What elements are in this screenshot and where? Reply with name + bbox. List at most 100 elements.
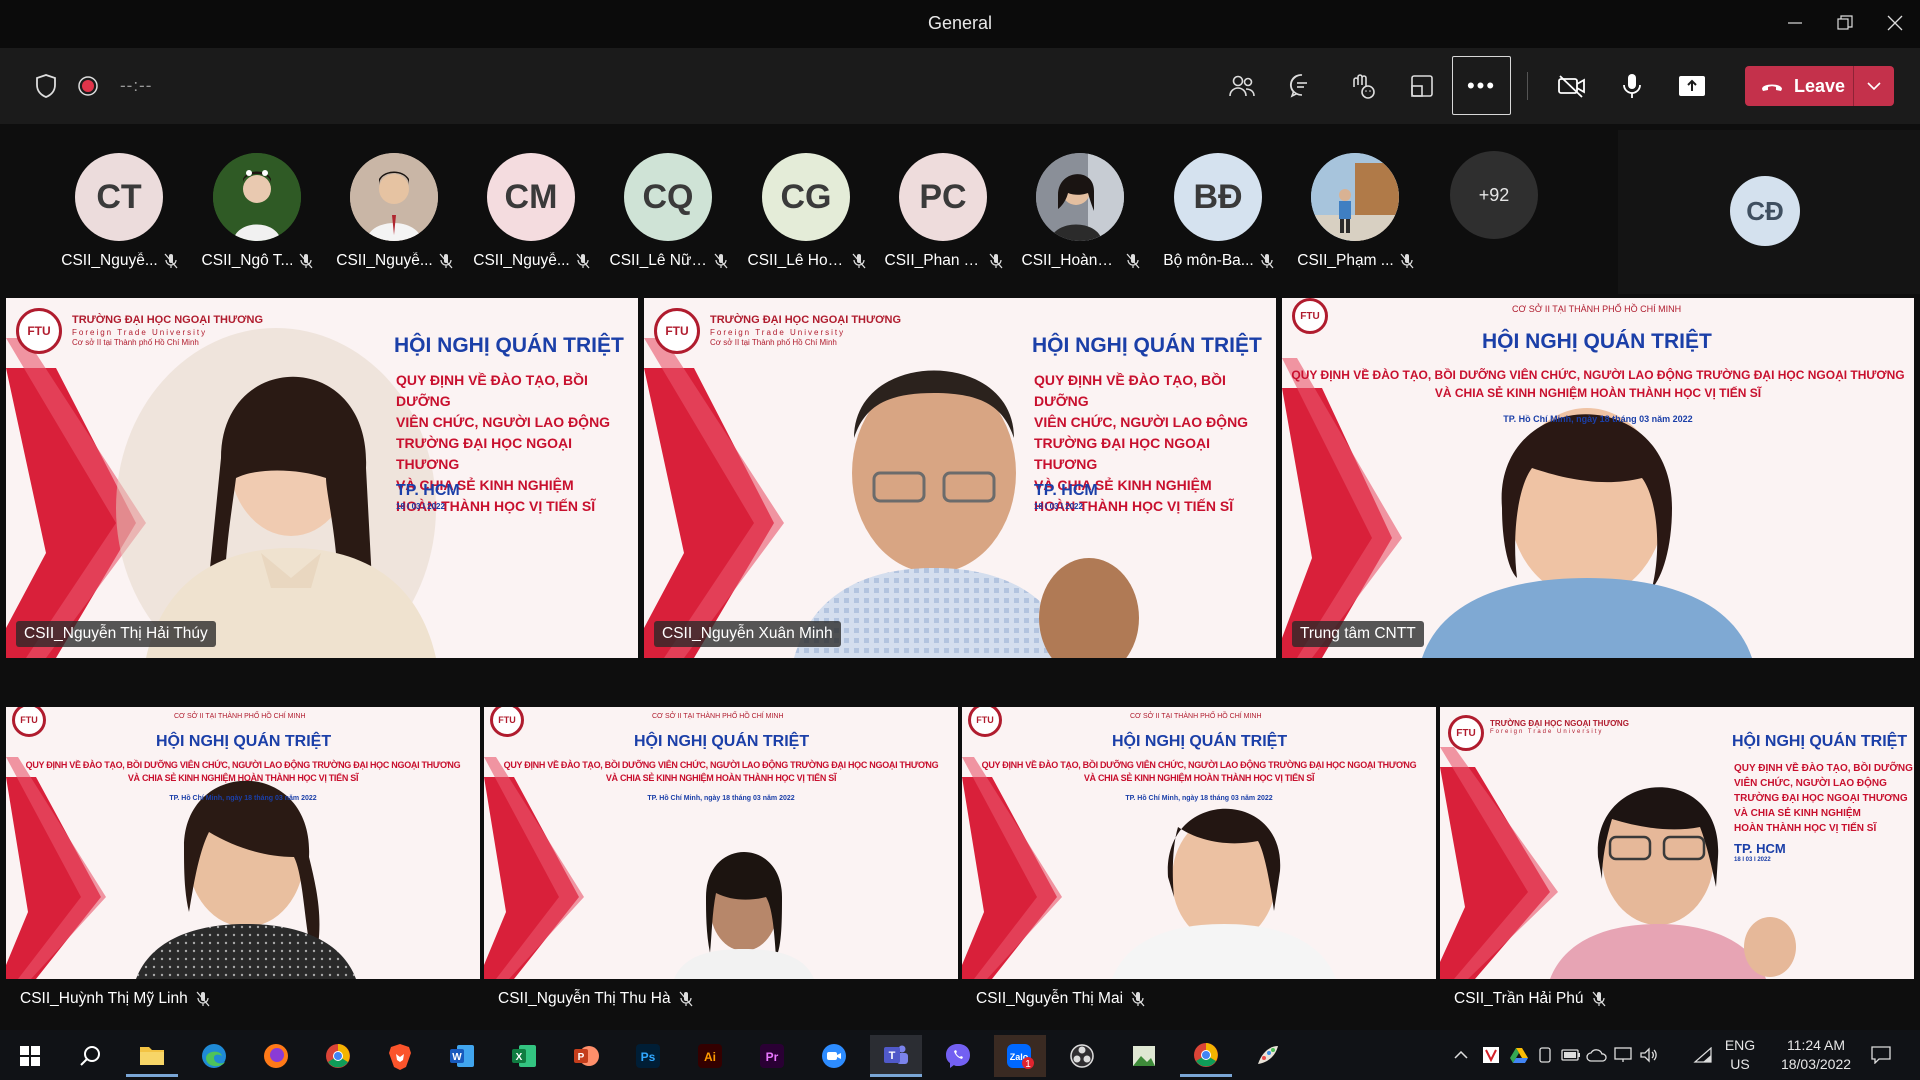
video-tile[interactable]: FTU CƠ SỞ II TẠI THÀNH PHỐ HỒ CHÍ MINH H… [484, 707, 958, 979]
illustrator-icon[interactable]: Ai [684, 1035, 736, 1077]
slide-title: HỘI NGHỊ QUÁN TRIỆT [156, 733, 332, 750]
shield-icon[interactable] [28, 68, 64, 104]
school-name: TRƯỜNG ĐẠI HỌC NGOẠI THƯƠNG [1490, 719, 1629, 728]
firefox-icon[interactable] [250, 1035, 302, 1077]
premiere-icon[interactable]: Pr [746, 1035, 798, 1077]
battery-icon[interactable] [1560, 1044, 1582, 1066]
chrome-icon[interactable] [1180, 1035, 1232, 1077]
leave-label: Leave [1794, 75, 1846, 96]
volume-icon[interactable] [1638, 1044, 1660, 1066]
slide-date: 18 I 03 I 2022 [396, 502, 445, 511]
paint-icon[interactable] [1242, 1035, 1294, 1077]
participant-item[interactable]: CSII_Hoàng ... [1013, 124, 1148, 284]
participant-item[interactable]: CT CSII_Nguyễ... [52, 124, 187, 284]
close-window-button[interactable] [1866, 0, 1920, 46]
onedrive-icon[interactable] [1586, 1044, 1608, 1066]
video-tile[interactable]: FTU CƠ SỞ II TẠI THÀNH PHỐ HỒ CHÍ MINH H… [1282, 298, 1914, 658]
participant-item[interactable]: CQ CSII_Lê Nữ ... [601, 124, 736, 284]
zoom-icon[interactable] [808, 1035, 860, 1077]
leave-options-button[interactable] [1854, 66, 1894, 106]
participant-item[interactable]: CSII_Nguyễ... [327, 124, 462, 284]
campus-caps: CƠ SỞ II TẠI THÀNH PHỐ HỒ CHÍ MINH [1512, 304, 1682, 314]
meeting-timer: --:-- [120, 76, 153, 95]
school-logo: FTU [1448, 715, 1484, 751]
slide-city: TP. HCM [1034, 482, 1098, 499]
people-icon[interactable] [1224, 68, 1260, 104]
mic-muted-icon [164, 253, 178, 269]
participant-name: CSII_Nguyễ... [336, 252, 433, 269]
participant-item[interactable]: PC CSII_Phan T... [876, 124, 1011, 284]
chat-icon[interactable] [1284, 68, 1320, 104]
slide-date: 18 I 03 I 2022 [1734, 857, 1771, 863]
search-icon[interactable] [64, 1035, 116, 1077]
google-drive-icon[interactable] [1508, 1044, 1530, 1066]
slide-body: QUY ĐỊNH VỀ ĐÀO TẠO, BỒI DƯỠNG VIÊN CHỨC… [25, 760, 461, 783]
mic-muted-icon [679, 991, 693, 1007]
participant-name: CSII_Ngô T... [201, 252, 294, 269]
teams-icon[interactable]: T [870, 1035, 922, 1077]
leave-main[interactable]: Leave [1745, 66, 1853, 106]
antivirus-icon[interactable] [1480, 1044, 1502, 1066]
profile-photo [1036, 153, 1124, 241]
chevron-up-icon[interactable] [1450, 1044, 1472, 1066]
excel-icon[interactable]: X [498, 1035, 550, 1077]
edge-icon[interactable] [188, 1035, 240, 1077]
video-tile[interactable]: FTU CƠ SỞ II TẠI THÀNH PHỐ HỒ CHÍ MINH H… [962, 707, 1436, 979]
participant-item[interactable]: CSII_Ngô T... [190, 124, 325, 284]
video-tile[interactable]: FTU CƠ SỞ II TẠI THÀNH PHỐ HỒ CHÍ MINH H… [6, 707, 480, 979]
word-icon[interactable]: W [436, 1035, 488, 1077]
file-explorer-icon[interactable] [126, 1035, 178, 1077]
avatar: CQ [624, 153, 712, 241]
chrome-icon[interactable] [312, 1035, 364, 1077]
video-tile[interactable]: FTU TRƯỜNG ĐẠI HỌC NGOẠI THƯƠNG Foreign … [6, 298, 638, 658]
profile-photo [213, 153, 301, 241]
participant-item[interactable]: CM CSII_Nguyễ... [464, 124, 599, 284]
self-preview-tile[interactable]: CĐ [1618, 130, 1920, 294]
slide-city: TP. HCM [396, 482, 460, 499]
avatar: CM [487, 153, 575, 241]
slide-title: HỘI NGHỊ QUÁN TRIỆT [1112, 733, 1288, 750]
svg-text:Ps: Ps [641, 1050, 656, 1064]
more-actions-button[interactable]: ••• [1452, 56, 1511, 115]
participant-name-tag: CSII_Nguyễn Thị Hải Thúy [16, 621, 216, 647]
school-logo: FTU [654, 308, 700, 354]
obs-icon[interactable] [1056, 1035, 1108, 1077]
participant-name-bar: CSII_Nguyễn Thị Thu Hà [484, 980, 958, 1018]
mic-muted-icon [439, 253, 453, 269]
video-tile[interactable]: FTU TRƯỜNG ĐẠI HỌC NGOẠI THƯƠNG Foreign … [644, 298, 1276, 658]
powerpoint-icon[interactable]: P [560, 1035, 612, 1077]
slide-body: QUY ĐỊNH VỀ ĐÀO TẠO, BỒI DƯỠNG VIÊN CHỨC… [1291, 368, 1905, 400]
start-icon[interactable] [4, 1035, 56, 1077]
photoshop-icon[interactable]: Ps [622, 1035, 674, 1077]
input-language[interactable]: ENG US [1718, 1036, 1762, 1074]
toolbar-divider [1527, 72, 1528, 100]
leave-button[interactable]: Leave [1745, 66, 1894, 106]
clock-date: 18/03/2022 [1780, 1056, 1852, 1072]
slide-city: TP. HCM [1734, 841, 1786, 856]
close-icon [1887, 15, 1903, 31]
app-icon[interactable] [1118, 1035, 1170, 1077]
reactions-icon[interactable] [1344, 68, 1380, 104]
avatar [1036, 153, 1124, 241]
brave-icon[interactable] [374, 1035, 426, 1077]
slide-date: TP. Hồ Chí Minh, ngày 18 tháng 03 năm 20… [647, 795, 795, 802]
video-tile[interactable]: FTU TRƯỜNG ĐẠI HỌC NGOẠI THƯƠNG Foreign … [1440, 707, 1914, 979]
system-clock[interactable]: 11:24 AM 18/03/2022 [1766, 1036, 1866, 1074]
breakout-rooms-icon[interactable] [1404, 68, 1440, 104]
slide-body: QUY ĐỊNH VỀ ĐÀO TẠO, BỒI DƯỠNG VIÊN CHỨC… [503, 760, 939, 783]
microphone-icon[interactable] [1614, 68, 1650, 104]
display-icon[interactable] [1612, 1044, 1634, 1066]
more-participants-button[interactable]: +92 [1450, 151, 1538, 239]
zalo-icon[interactable]: Zalo 1 [994, 1035, 1046, 1077]
camera-off-icon[interactable] [1554, 68, 1590, 104]
participant-name-tag: CSII_Nguyễn Xuân Minh [654, 621, 841, 647]
participant-item[interactable]: CG CSII_Lê Hoà... [739, 124, 874, 284]
participant-item[interactable]: BĐ Bộ môn-Ba... [1151, 124, 1286, 284]
participant-name: CSII_Hoàng ... [1021, 252, 1120, 269]
wifi-icon[interactable] [1692, 1044, 1714, 1066]
share-screen-icon[interactable] [1674, 68, 1710, 104]
device-icon[interactable] [1534, 1044, 1556, 1066]
viber-icon[interactable] [932, 1035, 984, 1077]
participant-item[interactable]: CSII_Phạm ... [1288, 124, 1423, 284]
notifications-icon[interactable] [1866, 1044, 1896, 1066]
